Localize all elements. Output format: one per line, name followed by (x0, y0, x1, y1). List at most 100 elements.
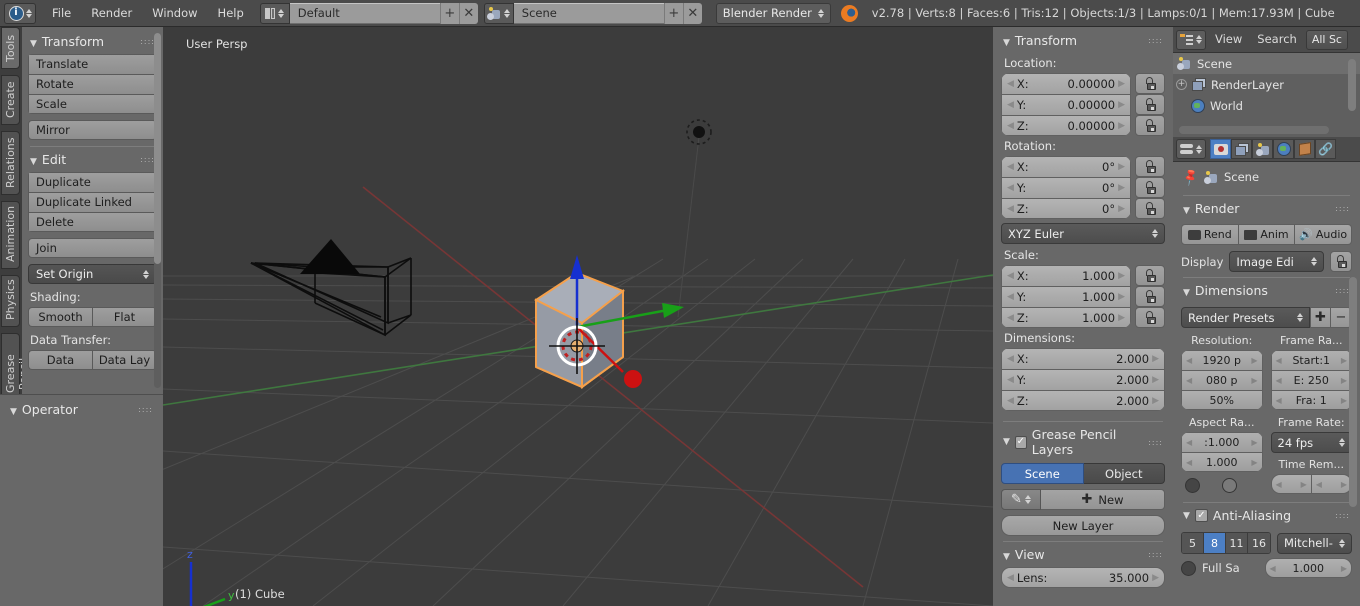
edit-panel-header[interactable]: ▼Edit :::: (28, 151, 157, 172)
toolshelf-scrollbar[interactable] (154, 33, 161, 388)
location-z-field[interactable]: ◀Z:0.00000▶ (1001, 115, 1131, 136)
frame-rate-dropdown[interactable]: 24 fps (1271, 432, 1353, 453)
left-arrow-icon[interactable]: ◀ (1007, 121, 1014, 131)
right-arrow-icon[interactable]: ▶ (1341, 396, 1347, 405)
menu-file[interactable]: File (42, 3, 81, 24)
properties-editor-type-selector[interactable] (1176, 139, 1206, 159)
right-arrow-icon[interactable]: ▶ (1152, 573, 1159, 583)
data-button[interactable]: Data (28, 350, 92, 370)
screen-layout-icon[interactable] (260, 3, 290, 24)
resolution-x-field[interactable]: ◀1920 p▶ (1181, 350, 1263, 370)
left-arrow-icon[interactable]: ◀ (1007, 162, 1014, 172)
dimensions-x-field[interactable]: ◀X:2.000▶ (1001, 348, 1165, 369)
right-arrow-icon[interactable]: ▶ (1341, 480, 1347, 489)
sidebar-item-physics[interactable]: Physics (1, 275, 20, 327)
add-preset-button[interactable]: ✚ (1310, 307, 1331, 328)
right-arrow-icon[interactable]: ▶ (1341, 356, 1347, 365)
location-y-field[interactable]: ◀Y:0.00000▶ (1001, 94, 1131, 115)
aa-filter-dropdown[interactable]: Mitchell- (1277, 533, 1352, 554)
tab-object[interactable] (1294, 139, 1315, 159)
left-arrow-icon[interactable]: ◀ (1007, 292, 1014, 302)
right-arrow-icon[interactable]: ▶ (1118, 183, 1125, 193)
aspect-x-field[interactable]: ◀:1.000▶ (1181, 432, 1263, 452)
left-arrow-icon[interactable]: ◀ (1007, 573, 1014, 583)
time-remap-old-field[interactable]: ◀▶ (1271, 474, 1312, 494)
tab-constraints[interactable]: 🔗 (1315, 139, 1336, 159)
resolution-y-field[interactable]: ◀080 p▶ (1181, 370, 1263, 390)
lock-rotation-z-button[interactable] (1135, 198, 1165, 219)
screen-layout-name[interactable]: Default (290, 3, 440, 24)
n-transform-panel-header[interactable]: ▼Transform :::: (1001, 32, 1165, 53)
tab-render-layers[interactable] (1231, 139, 1252, 159)
left-arrow-icon[interactable]: ◀ (1007, 313, 1014, 323)
left-arrow-icon[interactable]: ◀ (1007, 354, 1014, 364)
scale-y-field[interactable]: ◀Y:1.000▶ (1001, 286, 1131, 307)
set-origin-dropdown[interactable]: Set Origin (28, 264, 157, 284)
menu-render[interactable]: Render (81, 3, 142, 24)
dimensions-panel-header[interactable]: ▼Dimensions :::: (1181, 282, 1352, 303)
gp-tab-scene[interactable]: Scene (1001, 463, 1084, 484)
duplicate-button[interactable]: Duplicate (28, 172, 157, 192)
dimensions-z-field[interactable]: ◀Z:2.000▶ (1001, 390, 1165, 411)
scale-x-field[interactable]: ◀X:1.000▶ (1001, 265, 1131, 286)
aa-sample-5[interactable]: 5 (1182, 533, 1204, 553)
right-arrow-icon[interactable]: ▶ (1341, 376, 1347, 385)
outliner-item-scene[interactable]: Scene (1173, 53, 1360, 74)
sidebar-item-animation[interactable]: Animation (1, 201, 20, 269)
crop-checkbox[interactable] (1222, 478, 1237, 493)
properties-scrollbar[interactable] (1349, 277, 1357, 507)
left-arrow-icon[interactable]: ◀ (1007, 396, 1014, 406)
blender-menu-button[interactable]: i (4, 3, 36, 24)
right-arrow-icon[interactable]: ▶ (1118, 100, 1125, 110)
gp-datablock-selector[interactable]: ✎ (1001, 489, 1041, 510)
translate-button[interactable]: Translate (28, 54, 157, 74)
right-arrow-icon[interactable]: ▶ (1152, 396, 1159, 406)
scale-z-field[interactable]: ◀Z:1.000▶ (1001, 307, 1131, 328)
left-arrow-icon[interactable]: ◀ (1007, 100, 1014, 110)
scene-selector[interactable]: Scene + ✕ (484, 3, 702, 24)
right-arrow-icon[interactable]: ▶ (1251, 438, 1257, 447)
right-arrow-icon[interactable]: ▶ (1118, 162, 1125, 172)
rotate-button[interactable]: Rotate (28, 74, 157, 94)
add-scene-button[interactable]: + (664, 3, 683, 24)
left-arrow-icon[interactable]: ◀ (1007, 375, 1014, 385)
frame-end-field[interactable]: ◀E: 250▶ (1271, 370, 1353, 390)
right-arrow-icon[interactable]: ▶ (1301, 480, 1307, 489)
tab-scene[interactable] (1252, 139, 1273, 159)
lock-display-button[interactable] (1330, 251, 1352, 272)
delete-button[interactable]: Delete (28, 212, 157, 232)
add-screen-layout-button[interactable]: + (440, 3, 459, 24)
full-sample-checkbox[interactable] (1181, 561, 1196, 576)
right-arrow-icon[interactable]: ▶ (1251, 458, 1257, 467)
scale-button[interactable]: Scale (28, 94, 157, 114)
right-arrow-icon[interactable]: ▶ (1118, 292, 1125, 302)
expand-icon[interactable]: + (1176, 79, 1187, 90)
right-arrow-icon[interactable]: ▶ (1118, 271, 1125, 281)
duplicate-linked-button[interactable]: Duplicate Linked (28, 192, 157, 212)
menu-window[interactable]: Window (142, 3, 207, 24)
delete-scene-button[interactable]: ✕ (683, 3, 702, 24)
outliner-item-world[interactable]: World (1173, 95, 1360, 116)
flat-button[interactable]: Flat (92, 307, 157, 327)
tab-world[interactable] (1273, 139, 1294, 159)
smooth-button[interactable]: Smooth (28, 307, 92, 327)
view-panel-header[interactable]: ▼View :::: (1001, 546, 1165, 567)
right-arrow-icon[interactable]: ▶ (1341, 564, 1347, 573)
outliner-vertical-scrollbar[interactable] (1348, 59, 1356, 111)
left-arrow-icon[interactable]: ◀ (1007, 204, 1014, 214)
lens-field[interactable]: ◀ Lens:35.000 ▶ (1001, 567, 1165, 588)
dimensions-y-field[interactable]: ◀Y:2.000▶ (1001, 369, 1165, 390)
screen-layout-selector[interactable]: Default + ✕ (260, 3, 478, 24)
render-engine-selector[interactable]: Blender Render (716, 3, 831, 24)
outliner-horizontal-scrollbar[interactable] (1179, 126, 1329, 134)
mirror-button[interactable]: Mirror (28, 120, 157, 140)
frame-start-field[interactable]: ◀Start:1▶ (1271, 350, 1353, 370)
time-remap-new-field[interactable]: ◀▶ (1312, 474, 1352, 494)
rotation-mode-dropdown[interactable]: XYZ Euler (1001, 223, 1165, 244)
filter-size-field[interactable]: ◀ 1.000 ▶ (1265, 558, 1353, 578)
menu-help[interactable]: Help (208, 3, 254, 24)
aa-sample-8[interactable]: 8 (1204, 533, 1226, 553)
antialiasing-panel-header[interactable]: ▼ ✓ Anti-Aliasing :::: (1181, 507, 1352, 528)
transform-panel-header[interactable]: ▼Transform :::: (28, 33, 157, 54)
sidebar-item-relations[interactable]: Relations (1, 131, 20, 195)
